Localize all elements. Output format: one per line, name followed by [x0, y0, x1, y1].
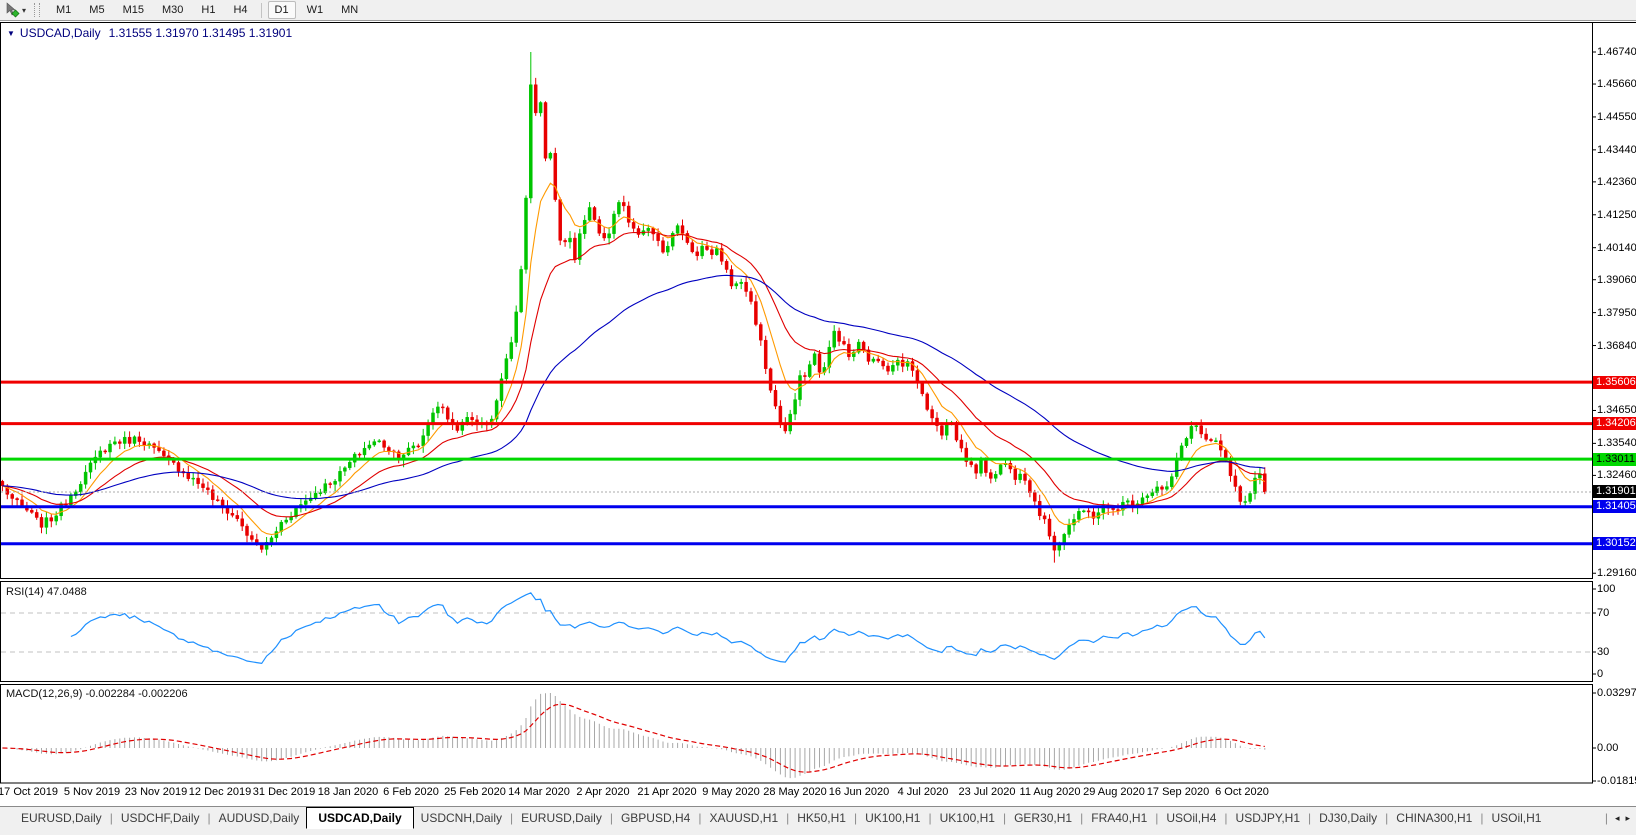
tab-eurusd-daily[interactable]: EURUSD,Daily: [14, 808, 109, 828]
tab-scroll-right-icon[interactable]: ▸: [1625, 813, 1630, 824]
tab-uk100-h1[interactable]: UK100,H1: [933, 808, 1002, 828]
tab-eurusd-daily[interactable]: EURUSD,Daily: [514, 808, 609, 828]
timeframe-button-m5[interactable]: M5: [82, 1, 111, 19]
tab-gbpusd-h4[interactable]: GBPUSD,H4: [614, 808, 697, 828]
tab-xauusd-h1[interactable]: XAUUSD,H1: [702, 808, 785, 828]
timeframe-button-h1[interactable]: H1: [194, 1, 222, 19]
tab-separator: |: [1155, 811, 1158, 825]
tab-hk50-h1[interactable]: HK50,H1: [790, 808, 853, 828]
tab-separator: |: [786, 811, 789, 825]
toolbar-separator: [261, 3, 262, 18]
tab-usoil-h1[interactable]: USOil,H1: [1484, 808, 1548, 828]
tool-dropdown-caret[interactable]: ▾: [22, 6, 26, 15]
tab-separator: |: [1003, 811, 1006, 825]
timeframe-button-m15[interactable]: M15: [116, 1, 151, 19]
tab-separator: |: [1080, 811, 1083, 825]
tab-uk100-h1[interactable]: UK100,H1: [858, 808, 927, 828]
cursor-crosshair-tool-icon[interactable]: [4, 2, 20, 18]
tab-separator: |: [1385, 811, 1388, 825]
tab-separator: |: [1480, 811, 1483, 825]
tab-separator: |: [610, 811, 613, 825]
timeframe-buttons: M1M5 M15M30H1H4 D1W1MN: [47, 1, 367, 19]
tab-usdchf-daily[interactable]: USDCHF,Daily: [114, 808, 207, 828]
tab-usoil-h4[interactable]: USOil,H4: [1159, 808, 1223, 828]
tab-dj30-daily[interactable]: DJ30,Daily: [1312, 808, 1384, 828]
tab-china300-h1[interactable]: CHINA300,H1: [1389, 808, 1479, 828]
tab-separator: |: [110, 811, 113, 825]
tab-usdjpy-h1[interactable]: USDJPY,H1: [1229, 808, 1307, 828]
tab-separator: |: [698, 811, 701, 825]
tab-ger30-h1[interactable]: GER30,H1: [1007, 808, 1079, 828]
tab-separator: |: [208, 811, 211, 825]
tab-separator: |: [1605, 811, 1608, 825]
tab-separator: |: [854, 811, 857, 825]
timeframe-button-m30[interactable]: M30: [155, 1, 190, 19]
cursor-glyph: [4, 2, 20, 18]
timeframe-button-mn[interactable]: MN: [334, 1, 365, 19]
symbol-tabs: EURUSD,Daily|USDCHF,Daily|AUDUSD,DailyUS…: [14, 807, 1548, 829]
toolbar-grip-handle[interactable]: [34, 3, 40, 17]
timeframe-button-h4[interactable]: H4: [226, 1, 254, 19]
tab-usdcad-daily[interactable]: USDCAD,Daily: [306, 807, 413, 829]
timeframe-button-w1[interactable]: W1: [300, 1, 331, 19]
tab-scroll-left-icon[interactable]: ◂: [1615, 813, 1620, 824]
tab-fra40-h1[interactable]: FRA40,H1: [1084, 808, 1154, 828]
tab-audusd-daily[interactable]: AUDUSD,Daily: [212, 808, 307, 828]
tab-usdcnh-daily[interactable]: USDCNH,Daily: [414, 808, 509, 828]
timeframe-button-m1[interactable]: M1: [49, 1, 78, 19]
price-chart-canvas[interactable]: [0, 0, 1636, 835]
tab-separator: |: [928, 811, 931, 825]
tab-separator: |: [1224, 811, 1227, 825]
tab-separator: |: [510, 811, 513, 825]
chart-tab-bar: EURUSD,Daily|USDCHF,Daily|AUDUSD,DailyUS…: [0, 806, 1636, 835]
timeframe-button-d1[interactable]: D1: [268, 1, 296, 19]
tab-scroll-controls: | ◂ ▸: [1604, 807, 1630, 829]
tab-separator: |: [1308, 811, 1311, 825]
top-toolbar: ▾ M1M5 M15M30H1H4 D1W1MN: [0, 0, 1636, 21]
